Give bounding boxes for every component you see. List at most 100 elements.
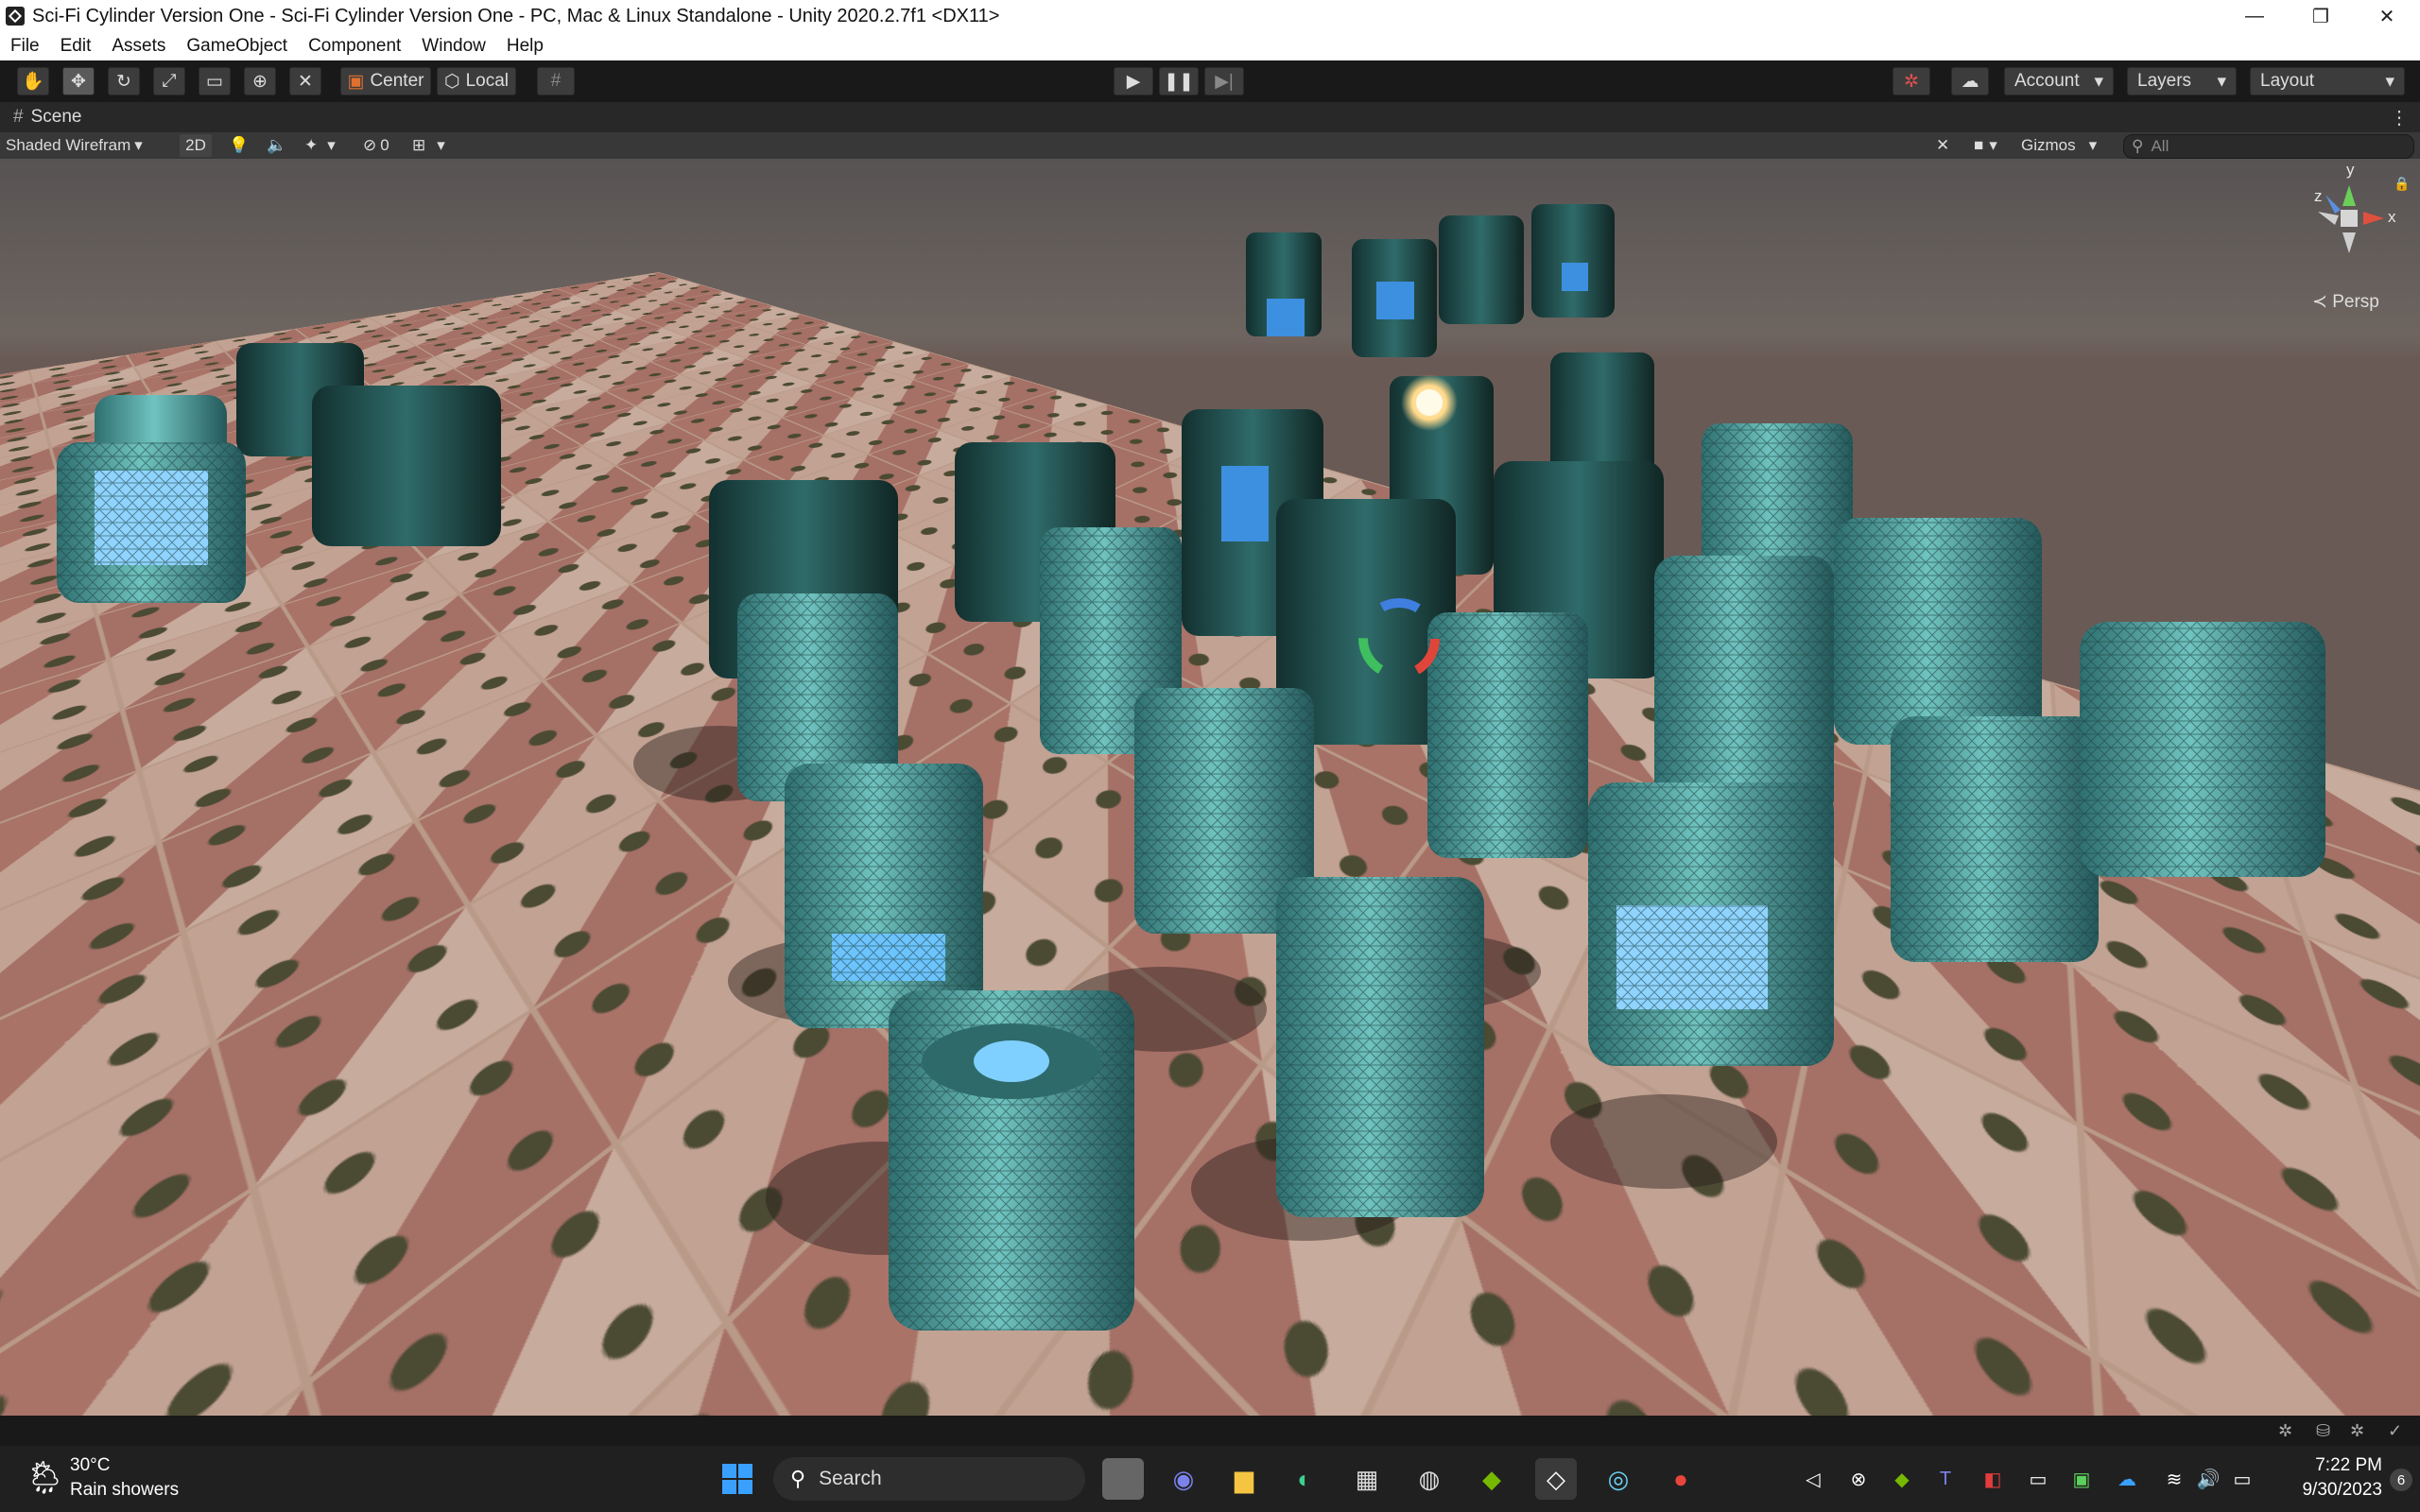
collab-button[interactable]: ✲ xyxy=(1893,67,1930,95)
scene-view-toolbar: Shaded Wirefram ▾ 2D 💡 🔈 ✦ ▾ ⊘ 0 ⊞ ▾ ✕ ■… xyxy=(0,132,2420,160)
chevron-down-icon: ▾ xyxy=(2217,71,2226,92)
transform-tool-button[interactable]: ⊕ xyxy=(244,67,276,95)
task-view-icon[interactable] xyxy=(1102,1458,1144,1500)
pivot-local-button[interactable]: ⬡ Local xyxy=(437,67,516,95)
pause-button[interactable]: ❚❚ xyxy=(1159,67,1199,95)
clock-time[interactable]: 7:22 PM xyxy=(2278,1455,2382,1476)
unity-hub-icon[interactable]: ◎ xyxy=(1598,1458,1639,1500)
grid-icon: ⊞ xyxy=(412,136,426,154)
tray-unity-icon[interactable]: ◁ xyxy=(1792,1458,1834,1500)
menu-window[interactable]: Window xyxy=(411,36,496,57)
axis-x-label: x xyxy=(2388,208,2396,226)
scale-tool-button[interactable]: ⤢ xyxy=(153,67,185,95)
lightbulb-icon: 💡 xyxy=(229,136,250,154)
store-icon[interactable]: ▦ xyxy=(1346,1458,1388,1500)
auto-generate-icon[interactable]: ✲ xyxy=(2350,1421,2364,1441)
minimize-button[interactable]: — xyxy=(2221,0,2288,32)
projection-toggle[interactable]: ≺ Persp xyxy=(2312,291,2379,313)
scene-objects xyxy=(57,204,2325,1331)
menu-edit[interactable]: Edit xyxy=(50,36,102,57)
tray-nvidia-icon[interactable]: ◆ xyxy=(1881,1458,1923,1500)
lighting-toggle[interactable]: 💡 xyxy=(229,134,249,157)
layers-dropdown[interactable]: Layers ▾ xyxy=(2127,67,2237,95)
pivot-center-button[interactable]: ▣ Center xyxy=(340,67,431,95)
hand-icon: ✋ xyxy=(22,72,44,92)
step-button[interactable]: ▶| xyxy=(1204,67,1244,95)
account-dropdown[interactable]: Account ▾ xyxy=(2004,67,2114,95)
grid-snapping-dropdown[interactable]: ⊞ ▾ xyxy=(412,134,445,157)
close-button[interactable]: ✕ xyxy=(2354,0,2420,32)
scene-viewport[interactable]: y x z 🔒 ≺ Persp xyxy=(0,159,2420,1416)
account-label: Account xyxy=(2014,71,2080,91)
file-explorer-icon[interactable]: ▆ xyxy=(1223,1458,1265,1500)
menu-component[interactable]: Component xyxy=(298,36,411,57)
pivot-local-label: Local xyxy=(465,71,509,91)
weather-description: Rain showers xyxy=(70,1480,180,1500)
view-label: Persp xyxy=(2332,292,2379,312)
scene-search-input[interactable]: ⚲ All xyxy=(2123,134,2414,159)
teams-chat-icon[interactable]: ◉ xyxy=(1163,1458,1204,1500)
start-button[interactable] xyxy=(717,1458,758,1500)
weather-icon[interactable]: 🌦 xyxy=(25,1459,65,1497)
audio-toggle[interactable]: 🔈 xyxy=(267,134,286,157)
cache-icon[interactable]: ⛁ xyxy=(2316,1421,2330,1441)
battery-icon[interactable]: ▭ xyxy=(2221,1458,2263,1500)
tray-xbox-icon[interactable]: ⊗ xyxy=(1838,1458,1879,1500)
tab-scene[interactable]: # Scene xyxy=(0,102,95,132)
tab-menu-icon[interactable]: ⋮ xyxy=(2390,106,2409,129)
grid-snap-button[interactable]: # xyxy=(537,67,575,95)
tray-security-icon[interactable]: ◧ xyxy=(1972,1458,2014,1500)
gizmos-dropdown[interactable]: Gizmos ▾ xyxy=(2021,134,2112,157)
cloud-button[interactable]: ☁ xyxy=(1951,67,1989,95)
orientation-gizmo[interactable]: y x z xyxy=(2297,161,2401,270)
menu-help[interactable]: Help xyxy=(496,36,554,57)
chevron-down-icon: ▾ xyxy=(2094,71,2103,92)
camera-dropdown[interactable]: ■ ▾ xyxy=(1974,134,1997,157)
menu-assets[interactable]: Assets xyxy=(101,36,176,57)
cylinder-back-group[interactable] xyxy=(1246,204,1615,357)
rotate-tool-button[interactable]: ↻ xyxy=(108,67,140,95)
windows-icon xyxy=(722,1464,752,1494)
alien-app-icon[interactable]: ◍ xyxy=(1409,1458,1450,1500)
bug-icon[interactable]: ✲ xyxy=(2278,1421,2292,1441)
clock-date[interactable]: 9/30/2023 xyxy=(2259,1480,2382,1501)
hidden-objects-toggle[interactable]: ⊘ 0 xyxy=(363,134,389,157)
maximize-button[interactable]: ❐ xyxy=(2288,0,2354,32)
step-icon: ▶| xyxy=(1215,71,1234,92)
scene-search-placeholder: All xyxy=(2151,137,2169,155)
axis-gizmo-icon xyxy=(2318,185,2384,253)
unity-taskbar-icon[interactable]: ◇ xyxy=(1535,1458,1577,1500)
custom-tool-button[interactable]: ✕ xyxy=(289,67,321,95)
lock-icon[interactable]: 🔒 xyxy=(2394,176,2410,192)
search-icon: ⚲ xyxy=(790,1467,806,1490)
taskbar-search-box[interactable]: ⚲ Search xyxy=(773,1457,1085,1501)
check-icon[interactable]: ✓ xyxy=(2388,1421,2402,1441)
nvidia-icon[interactable]: ◆ xyxy=(1471,1458,1512,1500)
camera-icon: ■ xyxy=(1974,136,1984,154)
layers-label: Layers xyxy=(2137,71,2192,91)
move-tool-button[interactable]: ✥ xyxy=(62,67,95,95)
chrome-icon[interactable]: ● xyxy=(1660,1458,1702,1500)
tools-toggle[interactable]: ✕ xyxy=(1936,134,1949,157)
window-title: Sci-Fi Cylinder Version One - Sci-Fi Cyl… xyxy=(32,5,1000,26)
menu-gameobject[interactable]: GameObject xyxy=(176,36,298,57)
rect-tool-button[interactable]: ▭ xyxy=(199,67,231,95)
tray-app-icon[interactable]: ▣ xyxy=(2061,1458,2102,1500)
notification-badge[interactable]: 6 xyxy=(2390,1469,2412,1491)
menu-file[interactable]: File xyxy=(0,36,50,57)
toggle-2d-button[interactable]: 2D xyxy=(180,134,212,157)
tray-drive-icon[interactable]: ▭ xyxy=(2017,1458,2059,1500)
cylinder-left-cluster[interactable] xyxy=(57,343,501,603)
pause-icon: ❚❚ xyxy=(1164,71,1194,92)
effects-dropdown[interactable]: ✦ ▾ xyxy=(304,134,336,157)
play-button[interactable]: ▶ xyxy=(1114,67,1153,95)
directional-light-icon[interactable] xyxy=(1401,374,1458,431)
layout-dropdown[interactable]: Layout ▾ xyxy=(2250,67,2405,95)
draw-mode-dropdown[interactable]: Shaded Wirefram ▾ xyxy=(6,134,166,157)
edge-icon[interactable]: ◐ xyxy=(1284,1458,1325,1500)
tray-teams-icon[interactable]: T xyxy=(1925,1458,1966,1500)
chevron-down-icon: ▾ xyxy=(327,136,336,154)
hand-tool-button[interactable]: ✋ xyxy=(17,67,49,95)
tray-cloud-icon[interactable]: ☁ xyxy=(2106,1458,2148,1500)
cylinder-front-group[interactable] xyxy=(737,518,2325,1331)
